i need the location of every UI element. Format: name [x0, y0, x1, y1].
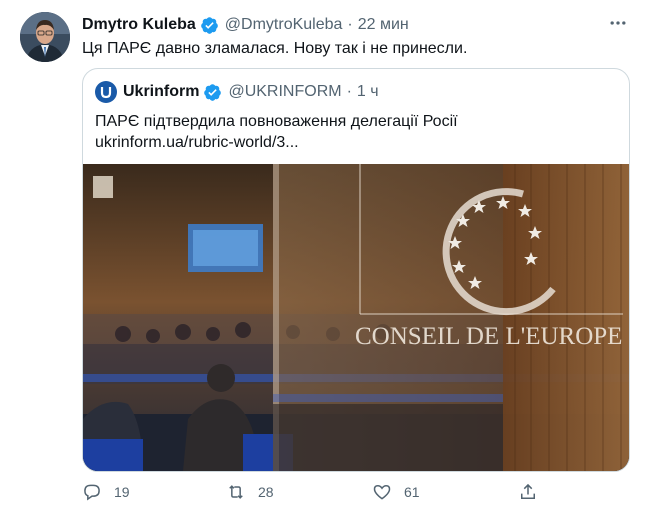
reply-icon [84, 484, 100, 501]
like-icon [373, 484, 391, 500]
tweet-header: Dmytro Kuleba @DmytroKuleba · 22 мин [82, 14, 409, 36]
quoted-link[interactable]: ukrinform.ua/rubric-world/3... [95, 132, 458, 153]
reply-button[interactable]: 19 [82, 480, 130, 504]
retweet-count: 28 [258, 484, 274, 500]
quoted-tweet[interactable]: Ukrinform @UKRINFORM · 1 ч ПАРЄ підтверд… [82, 68, 630, 472]
quoted-image[interactable]: CONSEIL DE L'EUROPE [83, 164, 629, 471]
tweet-actions: 19 28 61 [82, 480, 562, 504]
quoted-header: Ukrinform @UKRINFORM · 1 ч [95, 81, 379, 103]
avatar[interactable] [20, 12, 70, 62]
tweet: Dmytro Kuleba @DmytroKuleba · 22 мин Ця … [0, 0, 650, 510]
quoted-text: ПАРЄ підтвердила повноваження делегації … [95, 111, 458, 153]
share-icon [521, 483, 535, 499]
verified-badge-icon [200, 16, 219, 35]
retweet-button[interactable]: 28 [226, 480, 274, 504]
retweet-icon [229, 485, 243, 499]
share-button[interactable] [518, 480, 550, 504]
image-sign-text: CONSEIL DE L'EUROPE [355, 323, 622, 350]
tweet-time[interactable]: 22 мин [358, 16, 409, 34]
like-button[interactable]: 61 [372, 480, 420, 504]
author-name[interactable]: Dmytro Kuleba [82, 16, 196, 34]
like-count: 61 [404, 484, 420, 500]
quoted-text-line: ПАРЄ підтвердила повноваження делегації … [95, 113, 458, 130]
reply-count: 19 [114, 484, 130, 500]
tweet-text: Ця ПАРЄ давно зламалася. Нову так і не п… [82, 40, 468, 57]
verified-badge-icon [203, 83, 222, 102]
author-handle[interactable]: @DmytroKuleba [225, 16, 343, 34]
quoted-time: 1 ч [356, 83, 379, 100]
more-icon[interactable] [604, 12, 632, 34]
quoted-author-name: Ukrinform [123, 83, 200, 100]
ukrinform-logo-icon [95, 81, 117, 103]
separator-dot: · [346, 83, 352, 100]
separator-dot: · [347, 16, 353, 33]
quoted-author-handle: @UKRINFORM [228, 83, 342, 100]
